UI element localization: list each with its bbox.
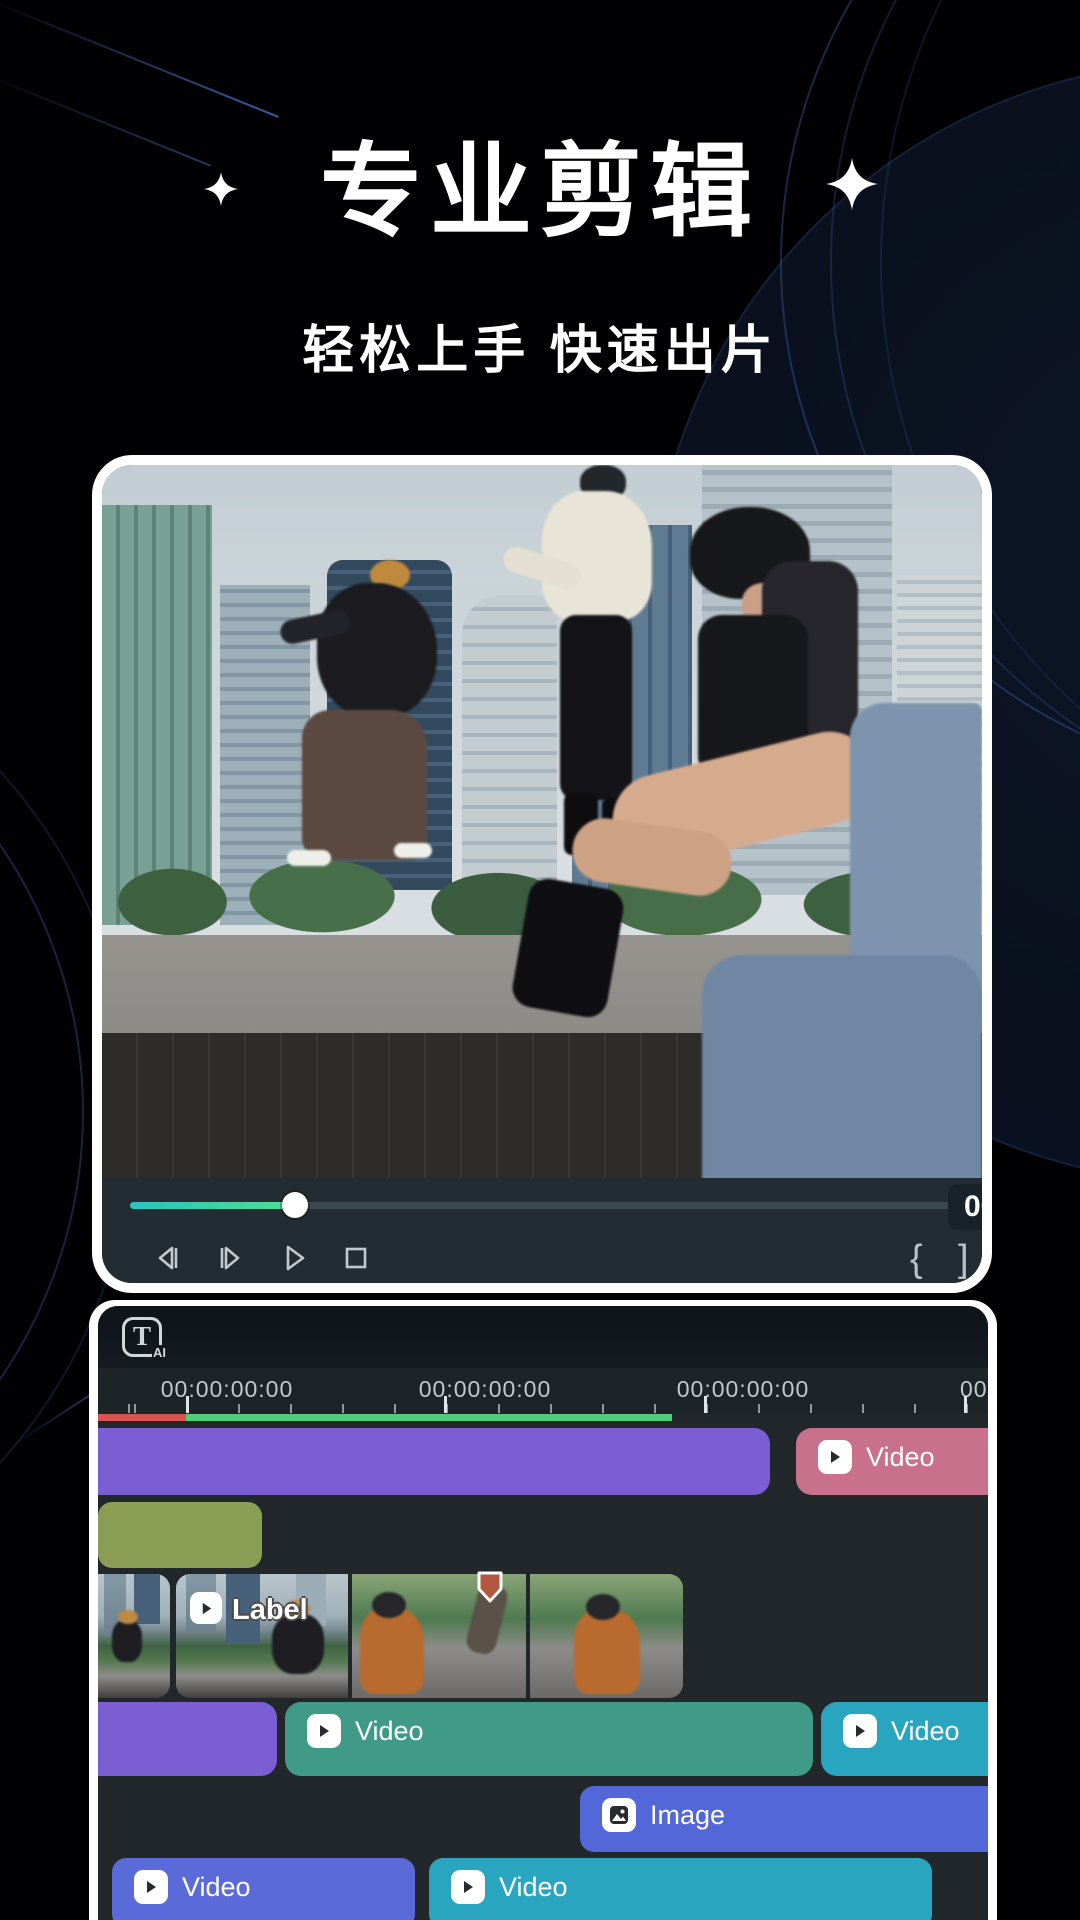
page-title: 专业剪辑 xyxy=(0,110,1080,257)
clip-label: Video xyxy=(499,1872,568,1903)
clip-label: Video xyxy=(355,1716,424,1747)
text-ai-tool-button[interactable]: T AI xyxy=(122,1317,162,1357)
dancer-right xyxy=(702,955,982,1178)
progress-fill xyxy=(130,1202,295,1209)
dancer-center xyxy=(542,491,652,621)
timeline-panel: T AI 00:00:00:00 00:00:00:00 00:00:00:00… xyxy=(89,1300,997,1920)
page-subtitle: 轻松上手 快速出片 xyxy=(0,308,1080,383)
dancer-left xyxy=(394,843,432,858)
preview-photo xyxy=(102,465,982,1178)
timeline-toolbar: T AI xyxy=(98,1306,988,1368)
timeline-clip-video[interactable]: Video xyxy=(285,1702,813,1776)
ruler-tick-major xyxy=(964,1396,967,1413)
step-forward-icon xyxy=(212,1240,248,1276)
ruler-tick-major xyxy=(704,1396,707,1413)
timeline-clip-image[interactable]: Image xyxy=(580,1786,988,1852)
play-icon xyxy=(276,1240,312,1276)
timeline-ruler[interactable]: 00:00:00:00 00:00:00:00 00:00:00:00 00:0… xyxy=(98,1368,988,1414)
playhead-pin-icon[interactable] xyxy=(476,1570,504,1604)
audio-strip-recorded xyxy=(98,1414,186,1421)
dancer-left xyxy=(287,850,331,866)
video-preview-card: 00 { ] xyxy=(92,455,992,1293)
progress-thumb[interactable] xyxy=(282,1192,308,1218)
clip-label: Video xyxy=(866,1442,935,1473)
ruler-ticks xyxy=(98,1404,988,1413)
play-button[interactable] xyxy=(274,1238,314,1278)
clip-label: Video xyxy=(182,1872,251,1903)
timeline-clip-track1[interactable] xyxy=(98,1428,770,1495)
timeline-clip-track2[interactable] xyxy=(98,1502,262,1568)
stop-button[interactable] xyxy=(336,1238,376,1278)
keyframe-bracket-icon[interactable]: ] xyxy=(958,1238,969,1281)
timeline-clip-track4[interactable] xyxy=(98,1702,277,1776)
ruler-tick-major xyxy=(444,1396,447,1413)
step-back-icon xyxy=(150,1240,186,1276)
step-forward-frame-button[interactable] xyxy=(210,1238,250,1278)
audio-strip-active xyxy=(186,1414,672,1421)
clip-label: Video xyxy=(891,1716,960,1747)
clip-label: Label xyxy=(232,1594,308,1627)
play-badge-icon xyxy=(190,1592,222,1624)
timeline-clip-video[interactable]: Video xyxy=(112,1858,415,1920)
filmstrip-segment[interactable]: Label xyxy=(176,1574,683,1698)
step-back-frame-button[interactable] xyxy=(148,1238,188,1278)
ruler-timecode: 00:00:00:00 xyxy=(161,1376,294,1403)
play-badge-icon xyxy=(307,1714,341,1748)
decor-line xyxy=(0,0,279,118)
promo-screen: 专业剪辑 轻松上手 快速出片 xyxy=(0,0,1080,1920)
decor-ring xyxy=(0,640,84,1584)
ruler-tick-major xyxy=(186,1396,189,1413)
filmstrip-segment[interactable] xyxy=(98,1574,170,1698)
clip-label: Image xyxy=(650,1800,725,1831)
image-badge-icon xyxy=(602,1798,636,1832)
ruler-timecode: 00:00:00:00 xyxy=(677,1376,810,1403)
timecode-chip: 00 xyxy=(948,1184,982,1230)
timeline-clip-video[interactable]: Video xyxy=(821,1702,988,1776)
sparkle-icon xyxy=(204,172,238,206)
keyframe-brace-open-icon[interactable]: { xyxy=(910,1238,923,1281)
play-badge-icon xyxy=(843,1714,877,1748)
play-badge-icon xyxy=(451,1870,485,1904)
ruler-timecode: 00:00:00:00 xyxy=(419,1376,552,1403)
dancer-center xyxy=(560,615,632,800)
timeline-clip-video[interactable]: Video xyxy=(429,1858,932,1920)
play-badge-icon xyxy=(818,1440,852,1474)
dancer-left xyxy=(302,710,427,860)
dancer-left xyxy=(317,583,437,718)
player-controls-bar: 00 { ] xyxy=(102,1178,982,1283)
ai-tag: AI xyxy=(152,1345,167,1360)
stop-icon xyxy=(338,1240,374,1276)
play-badge-icon xyxy=(134,1870,168,1904)
timeline-clip-video[interactable]: Video xyxy=(796,1428,988,1495)
sparkle-icon xyxy=(826,158,878,210)
